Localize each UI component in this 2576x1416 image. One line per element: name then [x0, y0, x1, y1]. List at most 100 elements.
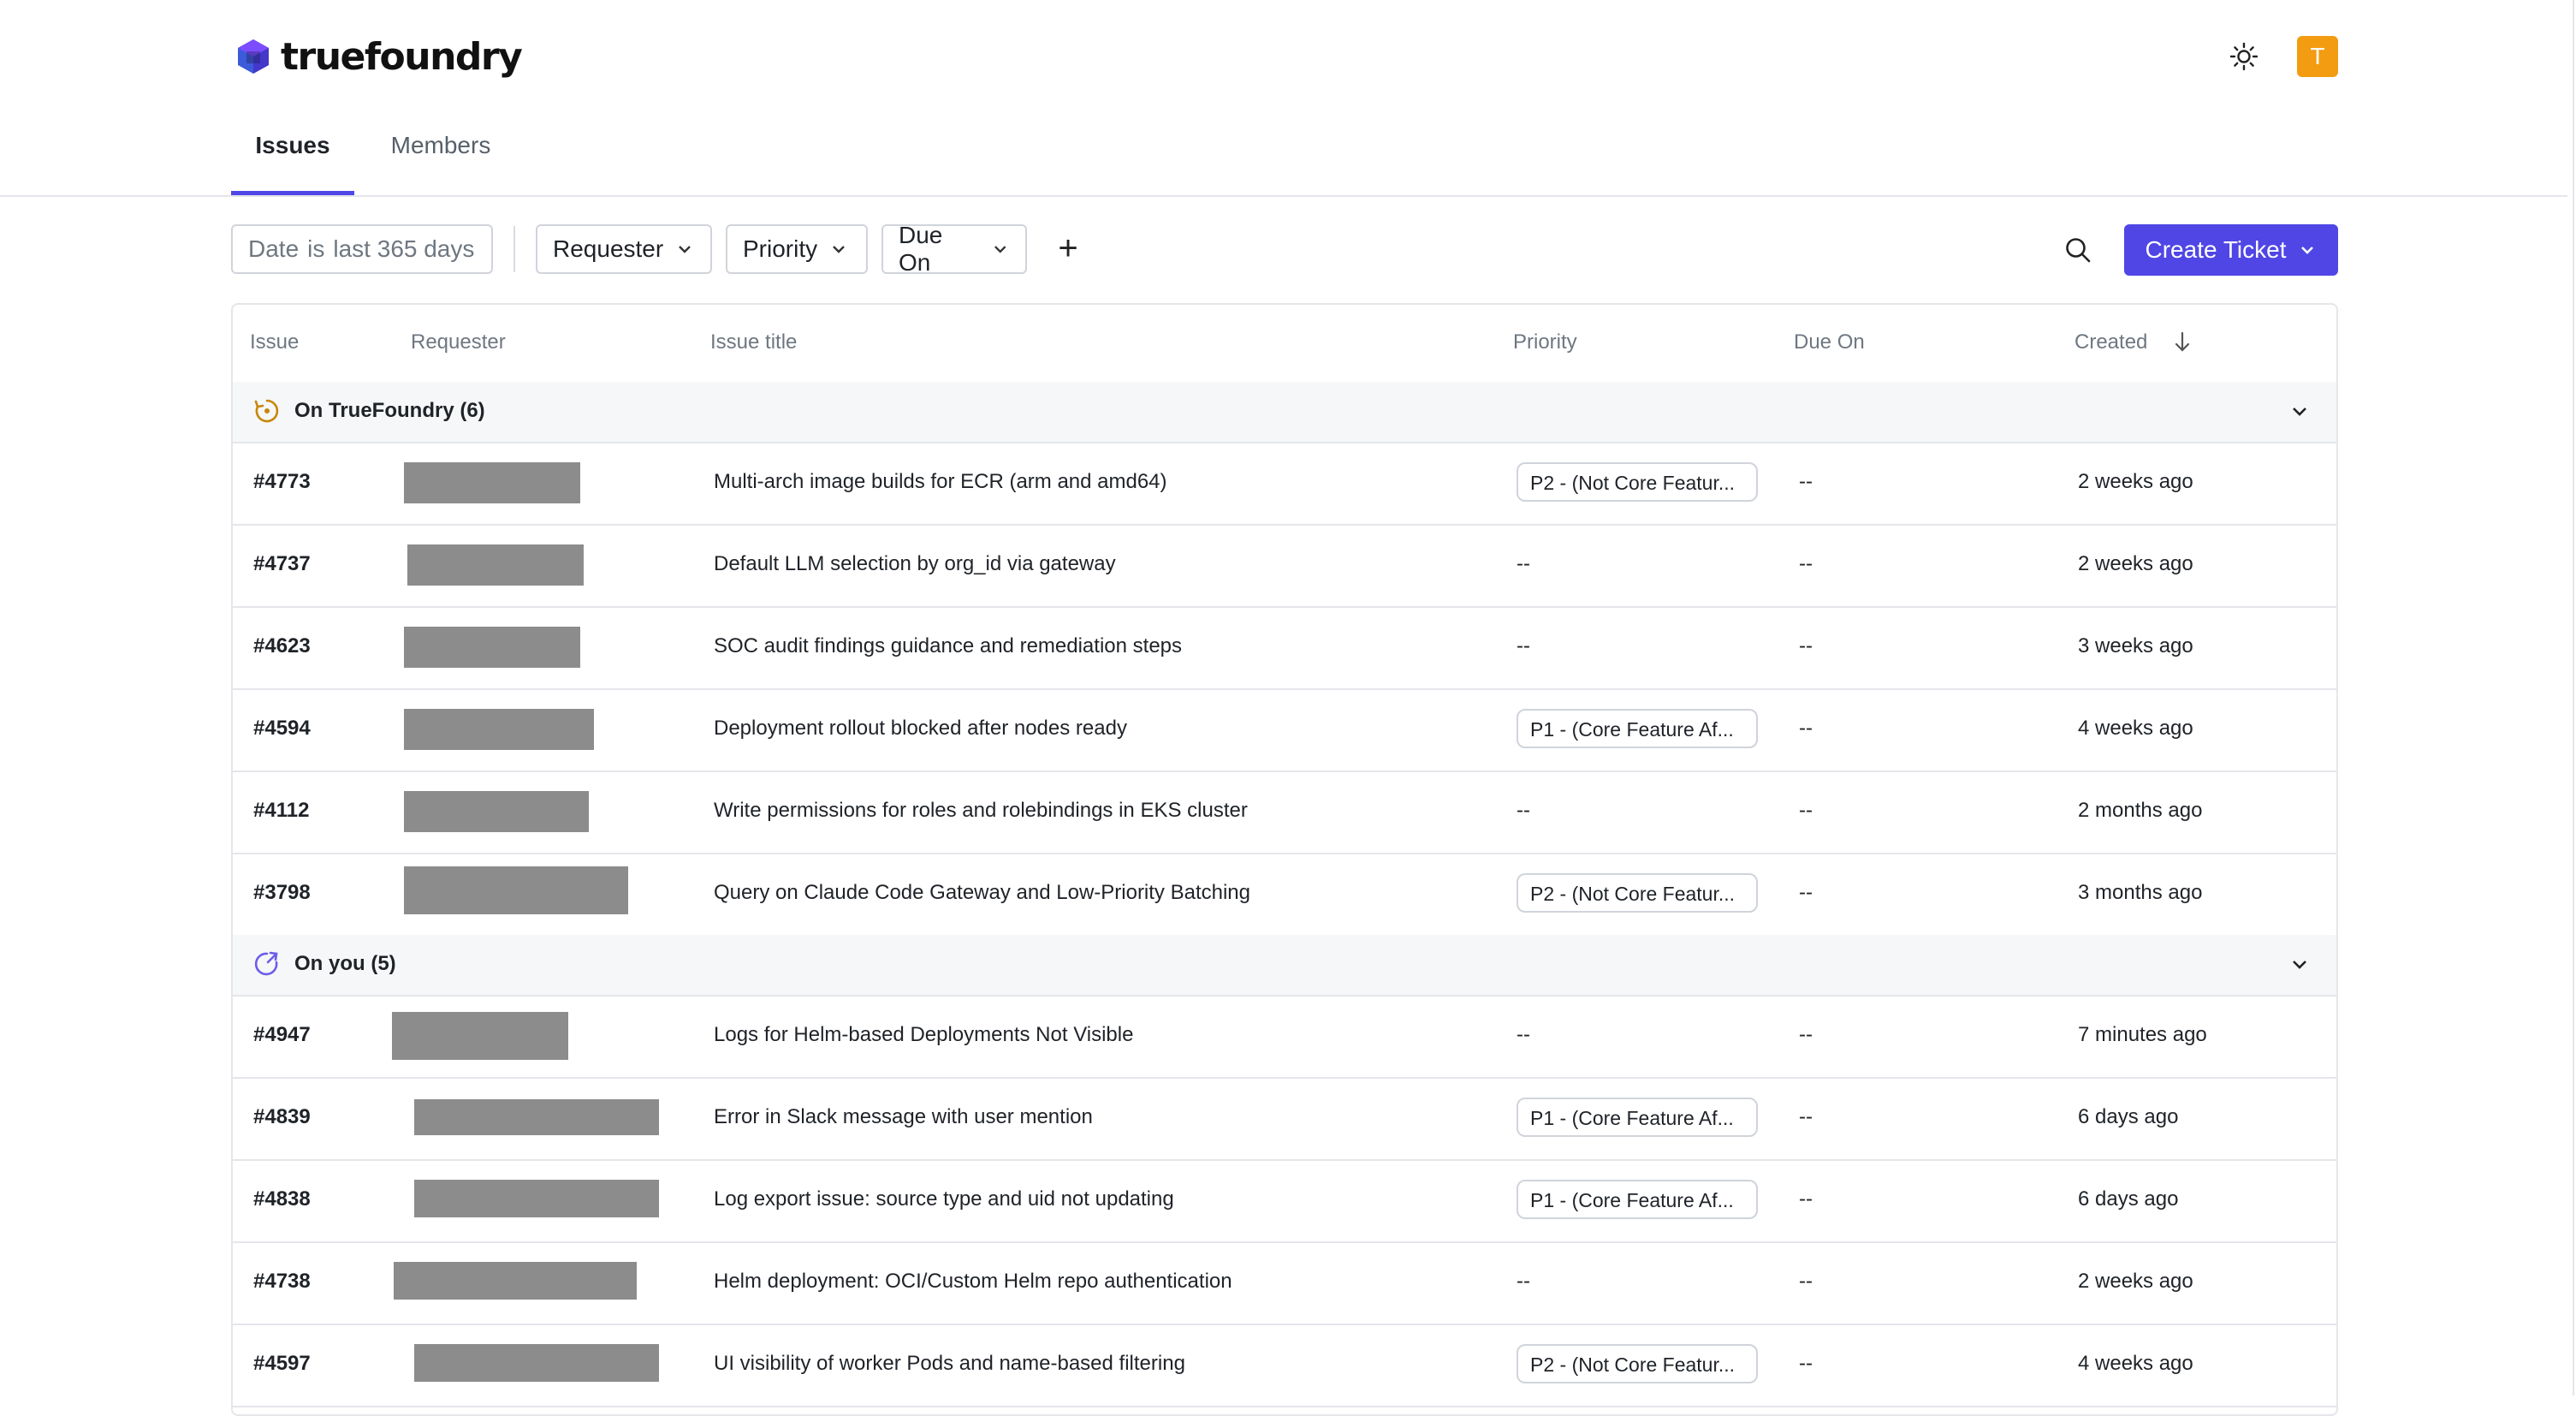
due-on-value: -- [1799, 881, 1813, 904]
issue-title[interactable]: Error in Slack message with user mention [714, 1105, 1093, 1129]
user-avatar[interactable]: T [2297, 36, 2338, 77]
issue-title[interactable]: Log export issue: source type and uid no… [714, 1187, 1174, 1211]
priority-badge[interactable]: P1 - (Core Feature Af... [1517, 1180, 1758, 1219]
col-created[interactable]: Created [2074, 330, 2147, 354]
priority-value[interactable]: -- [1517, 1270, 1530, 1294]
priority-value[interactable]: -- [1517, 634, 1530, 658]
priority-badge[interactable]: P1 - (Core Feature Af... [1517, 1098, 1758, 1137]
issue-id[interactable]: #4947 [253, 1023, 311, 1047]
group-label: On TrueFoundry (6) [294, 399, 485, 422]
sort-descending-icon[interactable] [2172, 330, 2193, 354]
table-row[interactable]: #4773 Multi-arch image builds for ECR (a… [233, 442, 2336, 526]
chevron-down-icon[interactable] [2288, 401, 2311, 423]
group-header-on-you[interactable]: On you (5) [233, 935, 2336, 997]
requester-redacted [394, 1262, 637, 1300]
date-filter-chip[interactable]: Date is last 365 days [231, 224, 493, 274]
theme-toggle-button[interactable] [2223, 36, 2264, 77]
tab-members[interactable]: Members [377, 128, 505, 195]
chevron-down-icon[interactable] [2288, 954, 2311, 976]
chevron-down-icon [2301, 247, 2314, 254]
issue-title[interactable]: Write permissions for roles and rolebind… [714, 799, 1248, 823]
requester-filter[interactable]: Requester [536, 224, 712, 274]
col-issue[interactable]: Issue [250, 330, 299, 354]
table-header: Issue Requester Issue title Priority Due… [233, 305, 2336, 384]
issue-id[interactable]: #4623 [253, 634, 311, 658]
requester-redacted [414, 1180, 659, 1217]
priority-badge[interactable]: P1 - (Core Feature Af... [1517, 709, 1758, 748]
tabs-divider [0, 195, 2567, 197]
table-row[interactable]: #4839 Error in Slack message with user m… [233, 1077, 2336, 1161]
priority-badge[interactable]: P2 - (Not Core Featur... [1517, 462, 1758, 502]
issue-title[interactable]: Deployment rollout blocked after nodes r… [714, 717, 1127, 741]
issue-title[interactable]: Query on Claude Code Gateway and Low-Pri… [714, 881, 1250, 905]
created-value: 2 months ago [2078, 799, 2203, 822]
requester-redacted [407, 544, 584, 586]
priority-filter[interactable]: Priority [726, 224, 868, 274]
table-row[interactable]: #4597 UI visibility of worker Pods and n… [233, 1324, 2336, 1407]
table-row[interactable]: #4623 SOC audit findings guidance and re… [233, 606, 2336, 690]
created-value: 2 weeks ago [2078, 1270, 2193, 1293]
requester-redacted [392, 1012, 568, 1060]
due-on-value: -- [1799, 717, 1813, 740]
group-header-truefoundry[interactable]: On TrueFoundry (6) [233, 382, 2336, 443]
search-button[interactable] [2057, 229, 2098, 271]
date-filter-field: Date [248, 235, 300, 262]
requester-redacted [404, 791, 589, 832]
tab-issues[interactable]: Issues [231, 128, 354, 195]
issue-title[interactable]: Logs for Helm-based Deployments Not Visi… [714, 1023, 1133, 1047]
issue-title[interactable]: Default LLM selection by org_id via gate… [714, 552, 1116, 576]
chevron-down-icon [833, 246, 845, 253]
created-value: 6 days ago [2078, 1105, 2179, 1128]
created-value: 3 weeks ago [2078, 634, 2193, 657]
issue-id[interactable]: #4839 [253, 1105, 311, 1129]
due-on-value: -- [1799, 799, 1813, 822]
priority-value[interactable]: -- [1517, 799, 1530, 823]
sun-icon [2229, 42, 2258, 71]
filter-separator [513, 226, 515, 272]
create-ticket-label: Create Ticket [2145, 236, 2287, 263]
requester-redacted [404, 709, 594, 750]
priority-badge[interactable]: P2 - (Not Core Featur... [1517, 873, 1758, 913]
due-on-filter[interactable]: Due On [881, 222, 1027, 276]
table-row[interactable]: #4112 Write permissions for roles and ro… [233, 770, 2336, 854]
issue-title[interactable]: Multi-arch image builds for ECR (arm and… [714, 470, 1167, 494]
requester-redacted [414, 1099, 659, 1135]
table-row[interactable]: #4738 Helm deployment: OCI/Custom Helm r… [233, 1241, 2336, 1325]
priority-value[interactable]: -- [1517, 552, 1530, 576]
priority-badge[interactable]: P2 - (Not Core Featur... [1517, 1344, 1758, 1383]
requester-redacted [414, 1344, 659, 1382]
add-filter-button[interactable]: + [1049, 229, 1087, 267]
issue-title[interactable]: UI visibility of worker Pods and name-ba… [714, 1352, 1185, 1376]
date-filter-value: last 365 days [333, 235, 475, 262]
table-row[interactable]: #4947 Logs for Helm-based Deployments No… [233, 995, 2336, 1079]
col-issue-title[interactable]: Issue title [710, 330, 797, 354]
issue-id[interactable]: #4594 [253, 717, 311, 741]
table-row[interactable]: #4838 Log export issue: source type and … [233, 1159, 2336, 1243]
due-on-value: -- [1799, 1352, 1813, 1375]
issue-title[interactable]: Helm deployment: OCI/Custom Helm repo au… [714, 1270, 1232, 1294]
create-ticket-button[interactable]: Create Ticket [2124, 224, 2338, 276]
issue-id[interactable]: #4737 [253, 552, 311, 576]
table-row[interactable]: #4737 Default LLM selection by org_id vi… [233, 524, 2336, 608]
priority-value[interactable]: -- [1517, 1023, 1530, 1047]
created-value: 6 days ago [2078, 1187, 2179, 1211]
col-requester[interactable]: Requester [411, 330, 506, 354]
issue-id[interactable]: #4838 [253, 1187, 311, 1211]
table-row[interactable]: #4594 Deployment rollout blocked after n… [233, 688, 2336, 772]
issue-title[interactable]: SOC audit findings guidance and remediat… [714, 634, 1182, 658]
col-priority[interactable]: Priority [1513, 330, 1577, 354]
issue-id[interactable]: #4773 [253, 470, 311, 494]
due-on-value: -- [1799, 552, 1813, 575]
issue-id[interactable]: #4112 [253, 799, 309, 823]
brand-logo[interactable]: truefoundry [234, 33, 523, 80]
col-due-on[interactable]: Due On [1794, 330, 1865, 354]
issue-id[interactable]: #4738 [253, 1270, 311, 1294]
requester-filter-label: Requester [553, 235, 664, 262]
user-status-icon [254, 951, 278, 976]
created-value: 3 months ago [2078, 881, 2203, 904]
due-on-value: -- [1799, 1187, 1813, 1211]
created-value: 4 weeks ago [2078, 717, 2193, 740]
issue-id[interactable]: #3798 [253, 881, 311, 905]
table-row[interactable]: #3798 Query on Claude Code Gateway and L… [233, 853, 2336, 937]
issue-id[interactable]: #4597 [253, 1352, 311, 1376]
